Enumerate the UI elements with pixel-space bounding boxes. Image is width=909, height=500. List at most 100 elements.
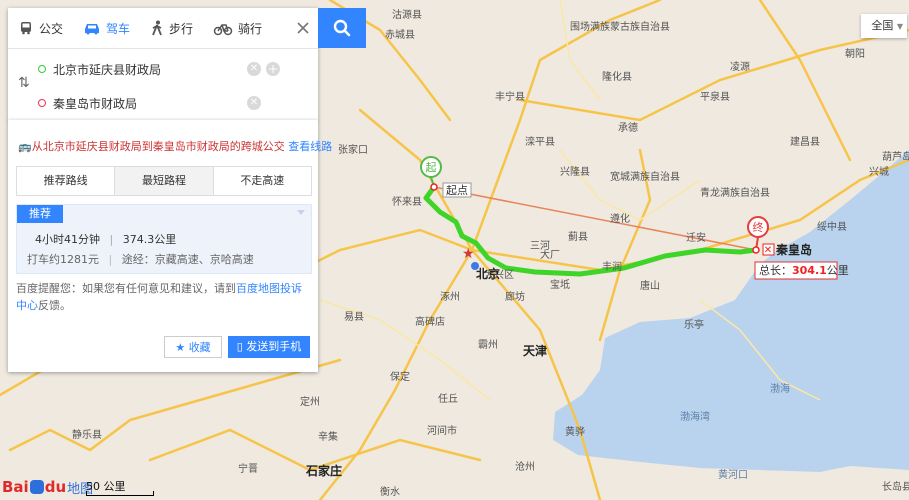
svg-text:起: 起 <box>426 161 437 174</box>
mode-bus-tab[interactable]: 公交 <box>8 8 73 48</box>
cross-city-bus-notice: 🚌从北京市延庆县财政局到秦皇岛市财政局的跨城公交 查看线路 <box>18 138 332 154</box>
mode-bike-tab[interactable]: 骑行 <box>203 8 272 48</box>
city-label: 河间市 <box>427 424 457 437</box>
nation-label: 全国 <box>871 19 894 32</box>
city-label: 石家庄 <box>305 463 342 478</box>
city-label: 乐亭 <box>684 318 704 331</box>
travel-mode-bar: 公交 驾车 步行 骑行 <box>8 8 318 49</box>
tab-shortest[interactable]: 最短路程 <box>115 167 214 195</box>
favorite-button[interactable]: ★ 收藏 <box>164 336 222 358</box>
mode-bus-label: 公交 <box>39 21 64 36</box>
city-label: 宽城满族自治县 <box>610 170 680 183</box>
city-label: 蓟县 <box>568 230 588 243</box>
swap-icon[interactable]: ⇅ <box>18 75 30 91</box>
city-label: 静乐县 <box>72 428 102 441</box>
city-label: 承德 <box>618 121 638 134</box>
paw-icon <box>29 480 44 494</box>
chevron-down-icon: ▼ <box>896 22 903 31</box>
city-label: 青龙满族自治县 <box>700 186 770 199</box>
search-button[interactable] <box>318 8 366 48</box>
favorite-label: 收藏 <box>188 341 211 354</box>
svg-text:起点: 起点 <box>446 184 468 197</box>
city-label: 任丘 <box>438 392 458 405</box>
route-search-panel: 公交 驾车 步行 骑行 北京市延庆县财政局 ✕ + ⇅ 秦皇岛市财政局 ✕ <box>8 8 318 121</box>
close-icon <box>297 22 309 34</box>
tab-recommended[interactable]: 推荐路线 <box>17 167 116 195</box>
route-distance: 374.3公里 <box>122 233 177 246</box>
city-label: 隆化县 <box>602 70 632 83</box>
baidu-map-logo: Bai du 地图 <box>2 478 94 497</box>
taxi-fare: 打车约1281元 <box>27 253 99 266</box>
city-label: 保定 <box>390 370 410 383</box>
city-label: 辛集 <box>318 430 338 443</box>
route-summary: 4小时41分钟 | 374.3公里 <box>35 233 177 246</box>
mode-car-tab[interactable]: 驾车 <box>73 8 140 48</box>
route-details: 打车约1281元 | 途经：京藏高速、京哈高速 <box>27 253 254 266</box>
start-input-text: 北京市延庆县财政局 <box>53 62 162 77</box>
city-label: 绥中县 <box>817 220 847 233</box>
bus-notice-text: 从北京市延庆县财政局到秦皇岛市财政局的跨城公交 <box>31 140 285 153</box>
tab-no-highway[interactable]: 不走高速 <box>213 167 311 195</box>
city-label: 丰润 <box>602 260 622 273</box>
route-preference-tabs: 推荐路线 最短路程 不走高速 <box>16 166 312 196</box>
city-label: 高碑店 <box>415 315 445 328</box>
search-icon <box>333 19 351 37</box>
city-label: 怀来县 <box>392 196 422 208</box>
svg-text:✕: ✕ <box>764 245 772 256</box>
route-inputs: 北京市延庆县财政局 ✕ + ⇅ 秦皇岛市财政局 ✕ <box>8 49 318 121</box>
end-input-text: 秦皇岛市财政局 <box>53 96 138 111</box>
city-label: 张家口 <box>338 143 368 156</box>
clear-end-icon[interactable]: ✕ <box>247 96 261 110</box>
city-label: 宁晋 <box>238 462 258 475</box>
city-label: 廊坊 <box>505 290 525 303</box>
recommend-badge: 推荐 <box>17 205 63 223</box>
recommended-route-card[interactable]: 推荐 4小时41分钟 | 374.3公里 打车约1281元 | 途经：京藏高速、… <box>16 204 312 274</box>
city-label: 衡水 <box>380 486 400 498</box>
city-label: 兴城 <box>869 166 889 178</box>
city-label: 黄河口 <box>718 468 748 481</box>
note-text: 百度提醒您：如果您有任何意见和建议，请到 <box>16 282 236 295</box>
mode-bike-label: 骑行 <box>238 21 263 36</box>
city-label: 围场满族蒙古族自治县 <box>570 20 670 33</box>
city-label: 唐山 <box>640 279 660 292</box>
mode-walk-tab[interactable]: 步行 <box>140 8 203 48</box>
mode-walk-label: 步行 <box>169 21 194 36</box>
city-label: 沽源县 <box>392 8 422 21</box>
note-tail: 反馈。 <box>38 299 71 312</box>
svg-text:终: 终 <box>753 220 764 234</box>
city-label: 迁安 <box>686 231 706 244</box>
bike-icon <box>213 24 233 36</box>
city-label: 黄骅 <box>565 425 585 438</box>
view-bus-link[interactable]: 查看线路 <box>288 140 332 153</box>
city-label: 葫芦岛 <box>882 150 909 163</box>
car-icon <box>85 24 100 35</box>
city-label: 秦皇岛 <box>775 242 812 257</box>
clear-start-icon[interactable]: ✕ <box>247 62 261 76</box>
svg-text:★: ★ <box>462 246 475 262</box>
city-label: 天津 <box>523 343 547 358</box>
close-panel-button[interactable] <box>288 8 318 48</box>
add-waypoint-icon[interactable]: + <box>266 62 280 76</box>
city-label: 定州 <box>300 395 320 408</box>
send-to-phone-button[interactable]: ▯ 发送到手机 <box>228 336 310 358</box>
city-label: 滦平县 <box>525 135 555 148</box>
city-label: 大厂 <box>540 248 560 261</box>
city-label: 平泉县 <box>700 90 730 103</box>
city-label: 渤海湾 <box>680 410 710 423</box>
city-label: 沧州 <box>515 460 535 473</box>
phone-icon: ▯ <box>236 340 243 353</box>
bus-small-icon: 🚌 <box>18 140 32 153</box>
star-icon: ★ <box>175 341 186 354</box>
end-dot-icon <box>38 99 46 107</box>
scale-bar <box>86 491 154 496</box>
city-label: 霸州 <box>478 339 498 351</box>
city-label: 长岛县 <box>882 480 909 493</box>
collapse-icon[interactable] <box>297 210 305 216</box>
city-label: 易县 <box>344 311 364 323</box>
svg-text:总长：304.1公里: 总长：304.1公里 <box>759 263 849 277</box>
feedback-note: 百度提醒您：如果您有任何意见和建议，请到百度地图投诉中心反馈。 <box>16 280 312 314</box>
send-label: 发送到手机 <box>246 340 302 353</box>
city-label: 渤海 <box>770 382 790 395</box>
nation-button[interactable]: 全国 ▼ <box>861 14 907 38</box>
route-via: 途经：京藏高速、京哈高速 <box>121 253 254 266</box>
